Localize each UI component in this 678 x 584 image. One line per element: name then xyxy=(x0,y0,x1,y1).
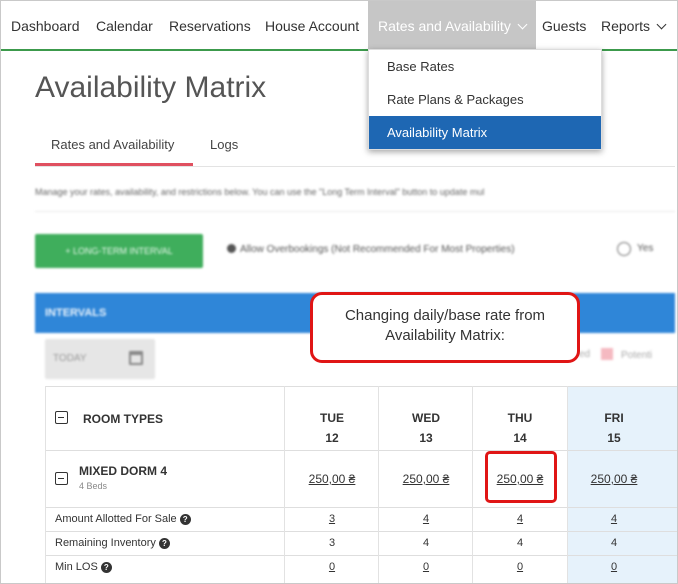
legend-text-right: Potenti xyxy=(621,350,653,361)
tab-logs[interactable]: Logs xyxy=(210,137,238,152)
grid-line xyxy=(45,507,677,508)
tab-rates-and-availability[interactable]: Rates and Availability xyxy=(51,137,174,152)
rate-cell[interactable]: 250,00 ₴ xyxy=(381,472,471,486)
grid-line xyxy=(378,386,379,583)
rate-cell[interactable]: 250,00 ₴ xyxy=(287,472,377,486)
help-icon[interactable]: ? xyxy=(100,562,112,573)
grid-line xyxy=(45,386,46,583)
day-date-tue: 12 xyxy=(325,431,339,445)
tab-divider xyxy=(35,166,675,167)
grid-line xyxy=(45,386,677,387)
inventory-cell: 4 xyxy=(610,537,618,549)
rate-cell[interactable]: 250,00 ₴ xyxy=(569,472,659,486)
room-types-header: ROOM TYPES xyxy=(83,412,164,426)
nav-guests[interactable]: Guests xyxy=(542,1,586,49)
page-description: Manage your rates, availability, and res… xyxy=(35,187,485,197)
help-icon[interactable]: ? xyxy=(179,514,191,525)
nav-reports[interactable]: Reports xyxy=(601,1,667,49)
nav-rates-and-availability[interactable]: Rates and Availability xyxy=(368,1,536,49)
grid-line xyxy=(45,531,677,532)
overbooking-yes-radio[interactable] xyxy=(617,242,631,256)
nav-reports-label: Reports xyxy=(601,18,651,34)
nav-house-account[interactable]: House Account xyxy=(265,1,359,49)
min-los-cell[interactable]: 0 xyxy=(569,561,659,573)
info-icon xyxy=(227,244,236,253)
allotted-cell[interactable]: 4 xyxy=(381,513,471,525)
room-name: MIXED DORM 4 xyxy=(79,464,168,478)
allotted-cell[interactable]: 4 xyxy=(569,513,659,525)
day-header-wed: WED xyxy=(412,411,440,425)
grid-line xyxy=(284,386,285,583)
active-tab-indicator xyxy=(35,163,193,166)
min-los-cell[interactable]: 0 xyxy=(381,561,471,573)
day-header-fri: FRI xyxy=(604,411,624,425)
date-picker-value: TODAY xyxy=(53,353,87,364)
row-label-text: Amount Allotted For Sale xyxy=(55,513,177,525)
collapse-all-icon[interactable] xyxy=(55,411,68,424)
highlight-box xyxy=(485,451,557,503)
allotted-cell[interactable]: 4 xyxy=(475,513,565,525)
menu-item-availability-matrix[interactable]: Availability Matrix xyxy=(369,116,601,149)
callout-line-1: Changing daily/base rate from xyxy=(344,307,546,324)
calendar-icon[interactable] xyxy=(129,351,143,365)
menu-item-rate-plans[interactable]: Rate Plans & Packages xyxy=(369,83,601,116)
chevron-down-icon xyxy=(517,19,528,30)
page-title: Availability Matrix xyxy=(35,71,267,104)
row-label-min-los: Min LOS? xyxy=(55,561,112,573)
row-label-remaining-inventory: Remaining Inventory? xyxy=(55,537,170,549)
day-date-thu: 14 xyxy=(513,431,527,445)
nav-calendar[interactable]: Calendar xyxy=(96,1,153,49)
rates-dropdown-menu: Base Rates Rate Plans & Packages Availab… xyxy=(368,49,602,150)
nav-reservations[interactable]: Reservations xyxy=(169,1,251,49)
inventory-cell: 4 xyxy=(516,537,524,549)
nav-dashboard[interactable]: Dashboard xyxy=(11,1,80,49)
allow-overbookings-label: Allow Overbookings (Not Recommended For … xyxy=(227,244,515,255)
row-label-text: Min LOS xyxy=(55,561,98,573)
app-frame: Dashboard Calendar Reservations House Ac… xyxy=(0,0,678,584)
nav-rates-label: Rates and Availability xyxy=(378,18,511,34)
room-beds: 4 Beds xyxy=(79,481,108,491)
day-header-thu: THU xyxy=(507,411,533,425)
menu-item-base-rates[interactable]: Base Rates xyxy=(369,50,601,83)
min-los-cell[interactable]: 0 xyxy=(287,561,377,573)
yes-label: Yes xyxy=(637,243,654,254)
row-label-text: Remaining Inventory xyxy=(55,537,156,549)
chevron-down-icon xyxy=(656,19,667,30)
day-date-fri: 15 xyxy=(607,431,621,445)
allotted-cell[interactable]: 3 xyxy=(287,513,377,525)
callout-line-2: Availability Matrix: xyxy=(385,327,505,344)
day-date-wed: 13 xyxy=(419,431,433,445)
collapse-room-icon[interactable] xyxy=(55,472,68,485)
grid-line xyxy=(45,555,677,556)
overbooking-text: Allow Overbookings (Not Recommended For … xyxy=(240,244,515,255)
min-los-cell[interactable]: 0 xyxy=(475,561,565,573)
help-icon[interactable]: ? xyxy=(158,538,170,549)
inventory-cell: 3 xyxy=(328,537,336,549)
annotation-callout: Changing daily/base rate from Availabili… xyxy=(310,292,580,363)
divider xyxy=(35,211,675,212)
inventory-cell: 4 xyxy=(422,537,430,549)
day-header-tue: TUE xyxy=(320,411,344,425)
top-nav: Dashboard Calendar Reservations House Ac… xyxy=(1,1,677,51)
legend-swatch xyxy=(601,348,613,360)
grid-line xyxy=(45,450,677,451)
legend-text-left: ed xyxy=(579,349,591,360)
long-term-interval-button[interactable]: + LONG-TERM INTERVAL xyxy=(35,234,203,268)
grid-line xyxy=(567,386,568,583)
row-label-amount-allotted: Amount Allotted For Sale? xyxy=(55,513,191,525)
grid-line xyxy=(472,386,473,583)
